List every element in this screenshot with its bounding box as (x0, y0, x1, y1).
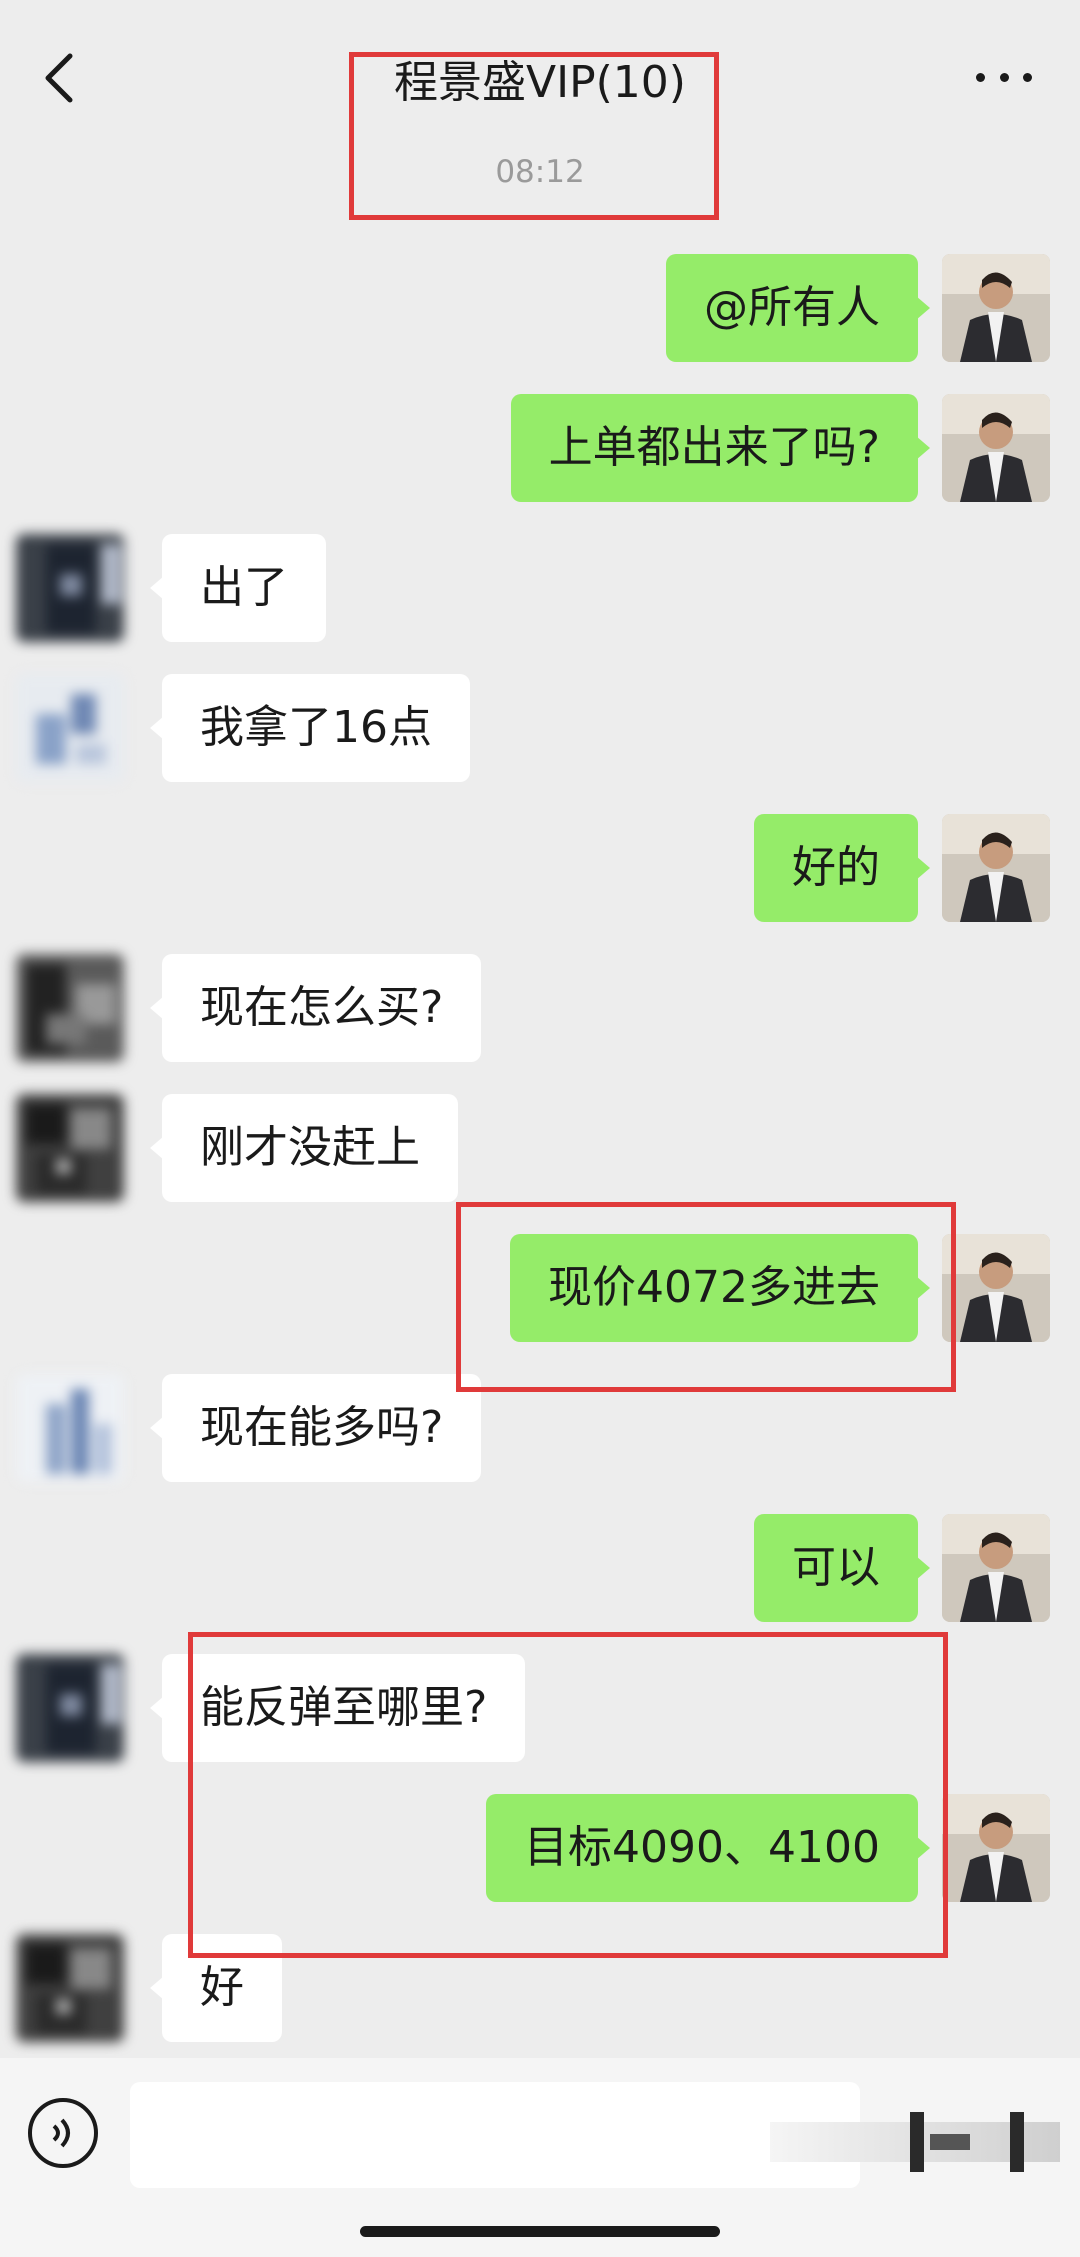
avatar-other[interactable] (16, 1934, 124, 2042)
avatar-other[interactable] (16, 1374, 124, 1482)
message-row: 现在怎么买? (0, 954, 1080, 1064)
message-bubble-me[interactable]: @所有人 (666, 254, 930, 362)
avatar-other[interactable] (16, 674, 124, 782)
avatar-other[interactable] (16, 534, 124, 642)
voice-icon[interactable] (28, 2098, 98, 2168)
message-row: @所有人 (0, 254, 1080, 364)
message-input[interactable] (130, 2082, 860, 2188)
message-bubble-other[interactable]: 现在怎么买? (149, 954, 482, 1062)
message-bubble-other[interactable]: 现在能多吗? (149, 1374, 482, 1482)
message-row: 出了 (0, 534, 1080, 644)
avatar-me[interactable] (942, 394, 1050, 502)
avatar-other[interactable] (16, 954, 124, 1062)
avatar-other[interactable] (16, 1094, 124, 1202)
avatar-me[interactable] (942, 1794, 1050, 1902)
avatar-me[interactable] (942, 1514, 1050, 1622)
message-bubble-other[interactable]: 出了 (150, 534, 326, 642)
highlight-box-target (188, 1632, 948, 1958)
avatar-other[interactable] (16, 1654, 124, 1762)
message-bubble-me[interactable]: 可以 (754, 1514, 930, 1622)
message-bubble-me[interactable]: 上单都出来了吗? (510, 394, 931, 502)
home-indicator (360, 2226, 720, 2237)
ellipsis-icon[interactable] (976, 64, 1032, 90)
message-bubble-other[interactable]: 我拿了16点 (150, 674, 470, 782)
message-bubble-me[interactable]: 好的 (754, 814, 930, 922)
highlight-box-title (349, 52, 719, 220)
message-row: 可以 (0, 1514, 1080, 1624)
input-actions-icon[interactable] (770, 2112, 1060, 2172)
highlight-box-price (456, 1202, 956, 1392)
message-row: 我拿了16点 (0, 674, 1080, 784)
message-row: 刚才没赶上 (0, 1094, 1080, 1204)
avatar-me[interactable] (942, 814, 1050, 922)
message-bubble-other[interactable]: 刚才没赶上 (150, 1094, 458, 1202)
avatar-me[interactable] (942, 254, 1050, 362)
message-row: 上单都出来了吗? (0, 394, 1080, 504)
message-row: 好的 (0, 814, 1080, 924)
avatar-me[interactable] (942, 1234, 1050, 1342)
